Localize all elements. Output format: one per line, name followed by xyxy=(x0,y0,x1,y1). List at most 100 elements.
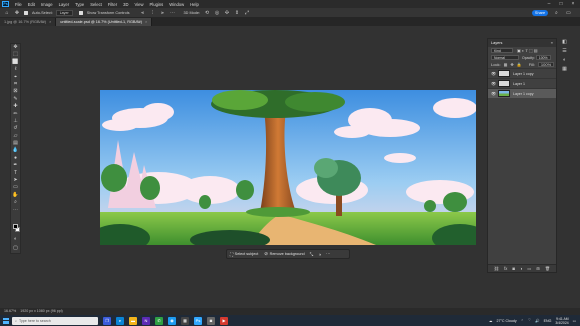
menu-view[interactable]: View xyxy=(132,2,147,7)
marquee-tool-icon[interactable]: ⬜ xyxy=(11,59,20,66)
clone-stamp-tool-icon[interactable]: ⊥ xyxy=(11,118,20,125)
home-icon[interactable]: ⌂ xyxy=(4,10,10,16)
select-subject-button[interactable]: ⛶ Select subject xyxy=(230,252,258,257)
more-options-icon[interactable]: ⋯ xyxy=(326,251,331,257)
artboard-tool-icon[interactable]: ⬚ xyxy=(11,51,20,58)
minimize-icon[interactable]: – xyxy=(543,0,555,8)
close-tab-icon[interactable]: × xyxy=(145,20,147,24)
menu-type[interactable]: Type xyxy=(72,2,87,7)
move-tool-icon[interactable]: ✥ xyxy=(14,10,20,16)
zoom-tool-icon[interactable]: ⌕ xyxy=(11,199,20,206)
lock-position-icon[interactable]: ✥ xyxy=(510,62,513,67)
more-options-icon[interactable]: ⋯ xyxy=(170,10,176,16)
blur-tool-icon[interactable]: 💧 xyxy=(11,147,20,154)
rectangle-tool-icon[interactable]: ▭ xyxy=(11,184,20,191)
crop-tool-icon[interactable]: ⌗ xyxy=(11,81,20,88)
weather-text[interactable]: 27°C Cloudy xyxy=(496,319,516,323)
layer-name[interactable]: Layer 1 xyxy=(513,82,525,86)
task-view-icon[interactable]: ❐ xyxy=(103,316,111,325)
visibility-eye-icon[interactable]: 👁 xyxy=(491,91,496,96)
eraser-tool-icon[interactable]: ▱ xyxy=(11,133,20,140)
3d-slide-icon[interactable]: ⇕ xyxy=(234,10,240,16)
media-player-icon[interactable]: ▶ xyxy=(220,316,228,325)
whatsapp-icon[interactable]: ✆ xyxy=(155,316,163,325)
search-icon[interactable]: ⌕ xyxy=(555,10,558,16)
menu-select[interactable]: Select xyxy=(87,2,105,7)
color-panel-icon[interactable]: ◧ xyxy=(560,38,569,47)
history-brush-tool-icon[interactable]: ↺ xyxy=(11,125,20,132)
file-explorer-icon[interactable]: ▬ xyxy=(129,316,137,325)
menu-3d[interactable]: 3D xyxy=(120,2,131,7)
brush-tool-icon[interactable]: ✏ xyxy=(11,111,20,118)
frame-tool-icon[interactable]: ⊠ xyxy=(11,88,20,95)
menu-edit[interactable]: Edit xyxy=(25,2,38,7)
language-indicator[interactable]: ENG xyxy=(544,319,552,323)
calculator-icon[interactable]: ▦ xyxy=(181,316,189,325)
notification-icon[interactable]: ▭ xyxy=(573,319,576,323)
adjust-icon[interactable]: ◑ xyxy=(318,252,321,257)
tray-chevron-icon[interactable]: ⌃ xyxy=(521,319,524,323)
type-tool-icon[interactable]: T xyxy=(11,170,20,177)
taskbar-search-box[interactable]: ⌕ Type here to search xyxy=(12,316,98,325)
align-center-icon[interactable]: ⫶ xyxy=(150,10,156,16)
lock-all-icon[interactable]: 🔒 xyxy=(517,62,522,67)
quick-mask-icon[interactable]: ◐ xyxy=(11,236,20,243)
healing-brush-tool-icon[interactable]: ✚ xyxy=(11,103,20,110)
zoom-app-icon[interactable]: ◉ xyxy=(168,316,176,325)
menu-layer[interactable]: Layer xyxy=(56,2,72,7)
layer-kind-filter[interactable]: Kind xyxy=(491,48,513,53)
layer-style-icon[interactable]: fx xyxy=(504,266,507,271)
menu-file[interactable]: File xyxy=(12,2,25,7)
photoshop-taskbar-icon[interactable]: Ps xyxy=(194,316,202,325)
document-canvas[interactable] xyxy=(100,90,476,245)
workspace-icon[interactable]: ▭ xyxy=(566,10,571,16)
menu-image[interactable]: Image xyxy=(38,2,56,7)
menu-help[interactable]: Help xyxy=(187,2,202,7)
align-right-icon[interactable]: ⫸ xyxy=(160,10,166,16)
lasso-tool-icon[interactable]: ℓ xyxy=(11,66,20,73)
visibility-eye-icon[interactable]: 👁 xyxy=(491,81,496,86)
new-group-icon[interactable]: ▭ xyxy=(527,266,531,271)
auto-select-checkbox[interactable] xyxy=(24,10,28,15)
delete-layer-icon[interactable]: 🗑 xyxy=(545,266,550,272)
layer-name[interactable]: Layer 1 copy xyxy=(513,72,534,76)
adjustment-layer-icon[interactable]: ◑ xyxy=(520,266,523,271)
zoom-level[interactable]: 16.67% xyxy=(4,308,16,315)
hand-tool-icon[interactable]: ✋ xyxy=(11,192,20,199)
windows-start-icon[interactable] xyxy=(3,317,9,324)
visibility-eye-icon[interactable]: 👁 xyxy=(491,71,496,76)
opacity-field[interactable]: 100% xyxy=(535,55,551,60)
3d-scale-icon[interactable]: ⤢ xyxy=(244,10,250,16)
move-tool-icon[interactable]: ✥ xyxy=(11,44,20,51)
align-left-icon[interactable]: ⫷ xyxy=(140,10,146,16)
auto-select-dropdown[interactable]: Layer xyxy=(55,9,73,16)
remove-background-button[interactable]: ⊘ Remove background xyxy=(264,251,304,257)
edge-browser-icon[interactable]: e xyxy=(116,316,124,325)
object-selection-tool-icon[interactable]: ⌖ xyxy=(11,74,20,81)
layer-row-selected[interactable]: 👁 Layer 1 copy xyxy=(488,88,556,98)
blend-mode-dropdown[interactable]: Normal xyxy=(491,55,519,60)
libraries-panel-icon[interactable]: ▦ xyxy=(560,65,569,74)
fill-field[interactable]: 100% xyxy=(537,62,555,67)
properties-panel-icon[interactable]: ☰ xyxy=(560,47,569,56)
document-tab[interactable]: 1.jpg @ 16.7% (RGB/8#) × xyxy=(0,18,57,26)
share-button[interactable]: Share xyxy=(532,10,548,16)
new-layer-icon[interactable]: ⊞ xyxy=(536,266,540,271)
screen-mode-icon[interactable]: ▢ xyxy=(11,245,20,252)
layer-row[interactable]: 👁 Layer 1 copy xyxy=(488,68,556,78)
onenote-icon[interactable]: N xyxy=(142,316,150,325)
dodge-tool-icon[interactable]: ● xyxy=(11,155,20,162)
lock-pixels-icon[interactable]: ▦ xyxy=(504,62,508,67)
volume-icon[interactable]: 🔊 xyxy=(535,319,539,323)
adjustments-panel-icon[interactable]: ◐ xyxy=(560,56,569,65)
document-tab-active[interactable]: untitled-scale.psd @ 16.7% (Untitled-1, … xyxy=(56,18,153,26)
3d-pan-icon[interactable]: ✣ xyxy=(224,10,230,16)
path-selection-tool-icon[interactable]: ➤ xyxy=(11,177,20,184)
layer-row[interactable]: 👁 Layer 1 xyxy=(488,78,556,88)
add-mask-icon[interactable]: ◙ xyxy=(512,266,515,271)
network-icon[interactable]: ⌔ xyxy=(528,318,531,323)
menu-window[interactable]: Window xyxy=(166,2,187,7)
transform-controls-checkbox[interactable] xyxy=(78,10,83,15)
3d-rotate-icon[interactable]: ⟲ xyxy=(204,10,210,16)
eyedropper-tool-icon[interactable]: ✎ xyxy=(11,96,20,103)
